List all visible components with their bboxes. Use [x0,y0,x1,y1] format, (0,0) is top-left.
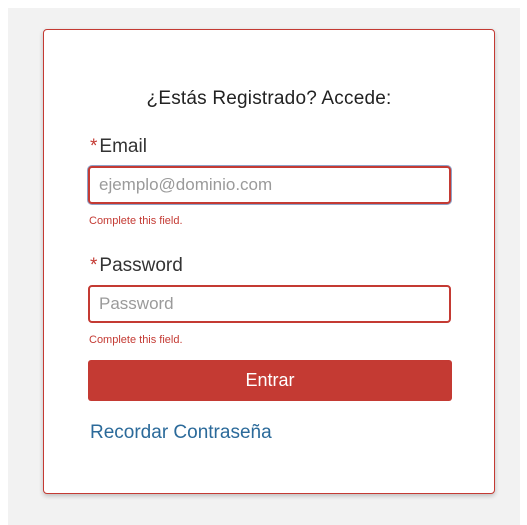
password-label: * Password [90,255,183,277]
email-error-message: Complete this field. [89,215,183,227]
required-marker: * [90,255,98,276]
password-label-text: Password [99,255,183,276]
login-submit-button[interactable]: Entrar [88,360,452,401]
forgot-password-link[interactable]: Recordar Contraseña [90,422,272,444]
required-marker: * [90,136,98,157]
email-field[interactable] [88,166,451,204]
password-error-message: Complete this field. [89,334,183,346]
email-label: * Email [90,136,147,158]
email-label-text: Email [99,136,147,157]
password-field[interactable] [88,285,451,323]
login-heading: ¿Estás Registrado? Accede: [146,88,392,109]
